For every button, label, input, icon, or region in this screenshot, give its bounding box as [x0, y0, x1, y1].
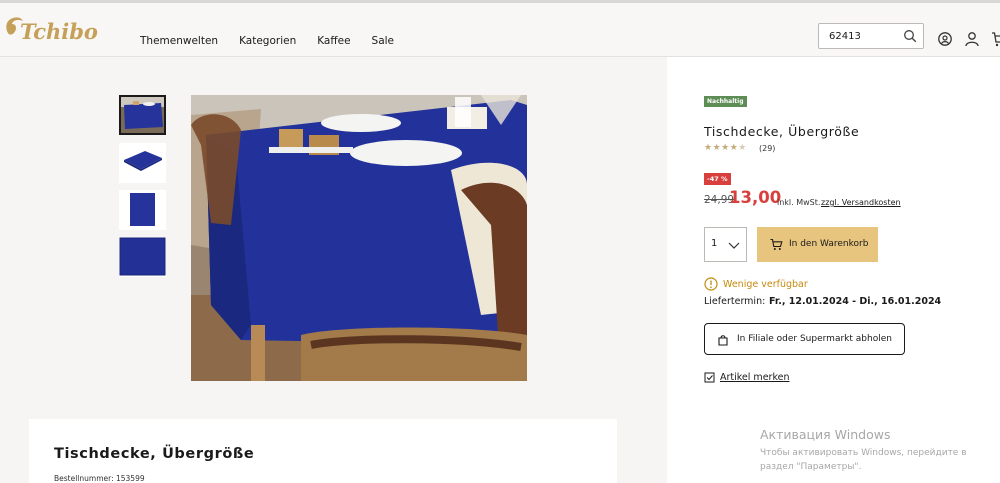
shipping-costs-link[interactable]: zzgl. Versandkosten	[821, 198, 901, 207]
thumbnail-4[interactable]	[119, 237, 166, 277]
thumbnail-rectangle-image	[119, 190, 166, 230]
nav-kategorien[interactable]: Kategorien	[239, 35, 296, 47]
search-icon[interactable]	[903, 29, 917, 43]
info-icon	[704, 277, 718, 291]
add-to-cart-button[interactable]: In den Warenkorb	[757, 227, 878, 262]
new-price: 13,00	[729, 188, 782, 207]
delivery-date: Fr., 12.01.2024 - Di., 16.01.2024	[769, 296, 942, 307]
search-input[interactable]: 62413	[818, 23, 924, 49]
search-value: 62413	[829, 31, 861, 42]
discount-badge: -47 %	[704, 173, 731, 185]
buybox-panel	[667, 57, 1000, 483]
add-to-cart-label: In den Warenkorb	[789, 239, 869, 249]
description-title: Tischdecke, Übergröße	[54, 446, 255, 462]
thumbnail-3[interactable]	[119, 190, 166, 230]
product-photo	[191, 95, 527, 381]
thumbnail-table-image	[121, 97, 164, 133]
vat-note: inkl. MwSt.	[777, 198, 821, 207]
thumbnail-fabric-image	[119, 237, 166, 277]
windows-activation-text: Чтобы активировать Windows, перейдите в …	[760, 448, 967, 472]
nav-themenwelten[interactable]: Themenwelten	[140, 35, 218, 47]
cart-icon[interactable]	[991, 31, 1000, 47]
store-locator-icon[interactable]	[937, 31, 953, 47]
product-image[interactable]	[191, 95, 527, 381]
half-star-icon: ★	[738, 143, 747, 153]
star-icon: ★★★★	[704, 143, 739, 153]
cart-icon	[770, 238, 783, 250]
thumbnail-2[interactable]	[119, 143, 166, 183]
chevron-down-icon	[728, 242, 740, 249]
quantity-select[interactable]: 1	[704, 227, 747, 262]
main-nav: Themenwelten Kategorien Kaffee Sale	[140, 35, 415, 47]
availability-status: Wenige verfügbar	[723, 279, 808, 290]
tchibo-logo[interactable]: Tchibo	[4, 13, 108, 47]
logo-text: Tchibo	[20, 19, 98, 44]
account-icon[interactable]	[964, 31, 980, 47]
sustainability-badge: Nachhaltig	[704, 96, 747, 107]
delivery-label: Liefertermin:	[704, 296, 766, 307]
quantity-value: 1	[711, 238, 718, 249]
thumbnail-1[interactable]	[119, 95, 166, 135]
review-count[interactable]: (29)	[759, 144, 775, 153]
nav-kaffee[interactable]: Kaffee	[317, 35, 350, 47]
thumbnail-folded-image	[119, 143, 166, 183]
save-item-link[interactable]: Artikel merken	[720, 372, 789, 383]
order-number: Bestellnummer: 153599	[54, 474, 145, 483]
site-header: Tchibo Themenwelten Kategorien Kaffee Sa…	[0, 3, 1000, 57]
product-title: Tischdecke, Übergröße	[704, 124, 860, 139]
shopping-bag-icon	[718, 335, 728, 346]
windows-activation-title: Активация Windows	[760, 427, 891, 442]
rating-stars[interactable]: ★★★★★	[704, 143, 747, 153]
nav-sale[interactable]: Sale	[372, 35, 394, 47]
bookmark-check-icon[interactable]	[704, 372, 715, 383]
store-pickup-label: In Filiale oder Supermarkt abholen	[737, 334, 892, 344]
store-pickup-button[interactable]: In Filiale oder Supermarkt abholen	[704, 323, 905, 355]
